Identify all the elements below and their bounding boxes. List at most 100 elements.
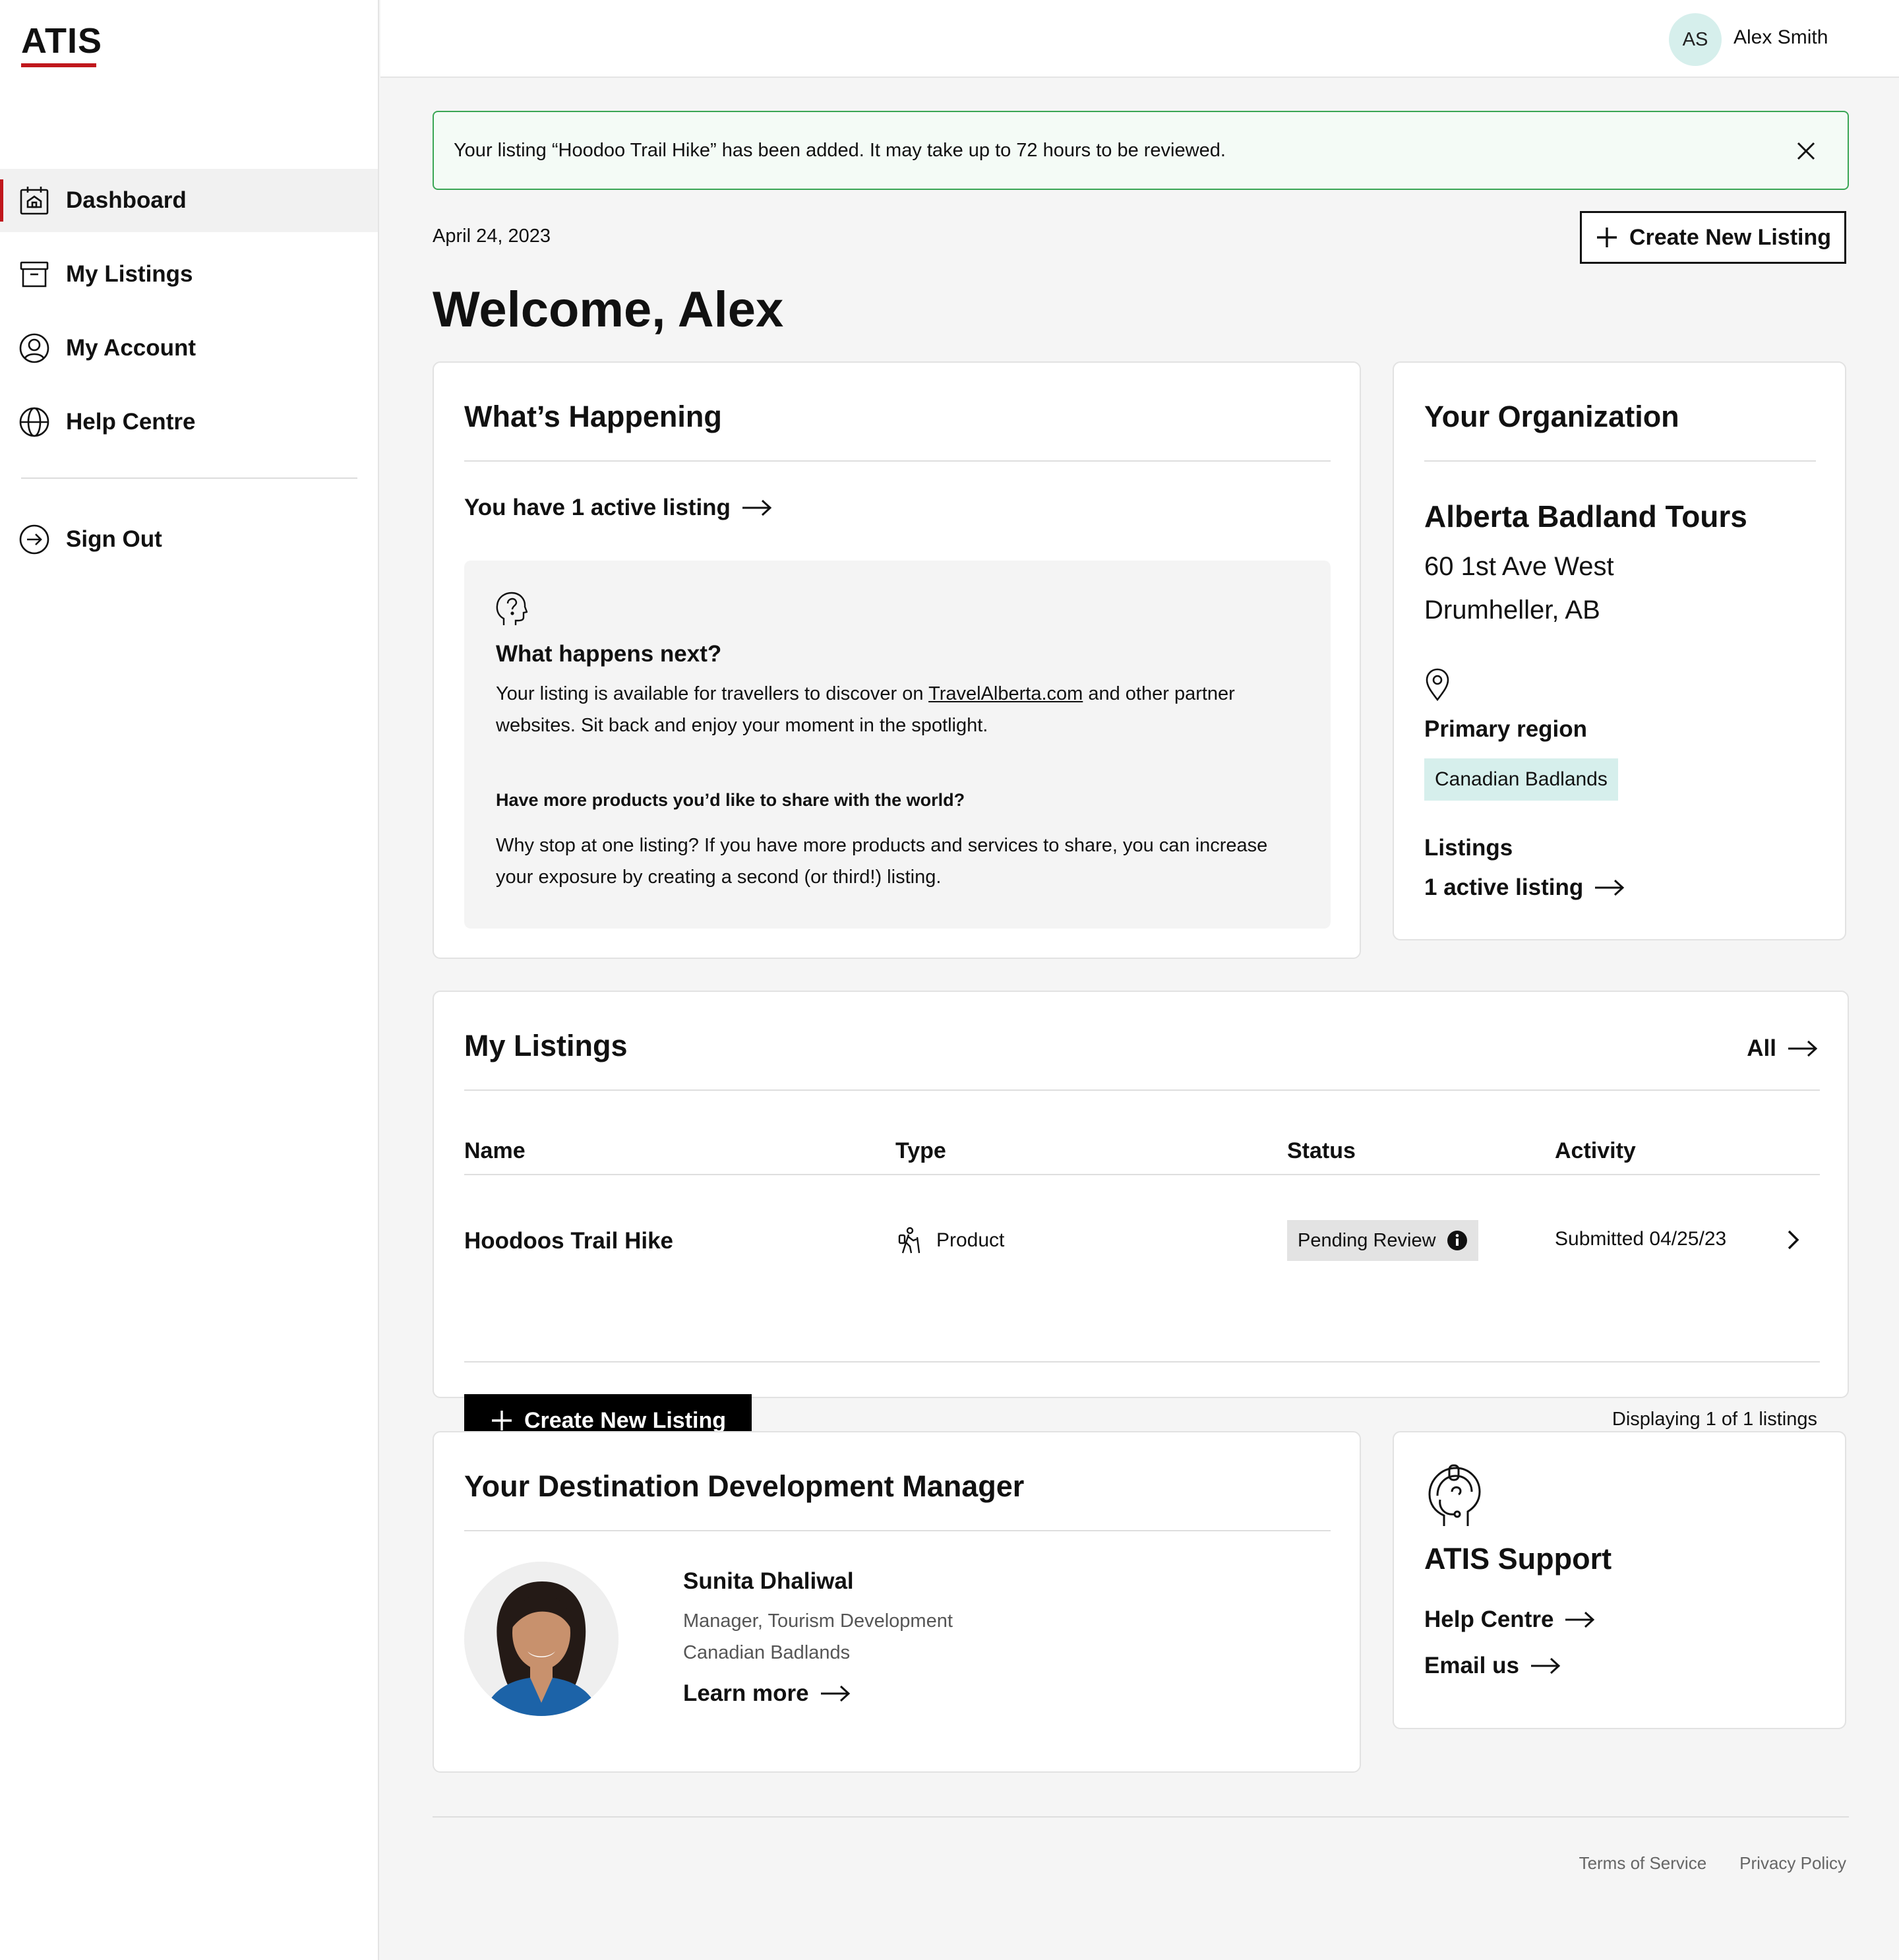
top-bar: AS Alex Smith	[380, 0, 1899, 78]
status-badge: Pending Review	[1287, 1220, 1478, 1261]
close-icon[interactable]	[1795, 140, 1817, 162]
sidebar-item-my-listings[interactable]: My Listings	[0, 243, 378, 306]
address-line-1: 60 1st Ave West	[1424, 552, 1614, 581]
manager-role: Manager, Tourism Development Canadian Ba…	[683, 1605, 953, 1669]
arrow-right-icon	[1565, 1611, 1595, 1628]
more-products-title: Have more products you’d like to share w…	[496, 790, 965, 810]
manager-region: Canadian Badlands	[683, 1642, 851, 1663]
card-title: My Listings	[464, 1029, 628, 1062]
development-manager-card: Your Destination Development Manager Sun…	[433, 1431, 1361, 1773]
organization-address: 60 1st Ave West Drumheller, AB	[1424, 545, 1614, 632]
more-products-text: Why stop at one listing? If you have mor…	[496, 835, 1268, 888]
address-line-2: Drumheller, AB	[1424, 596, 1600, 625]
listing-name[interactable]: Hoodoos Trail Hike	[464, 1228, 673, 1254]
sidebar-divider	[21, 477, 357, 479]
learn-more-link[interactable]: Learn more	[683, 1680, 851, 1707]
learn-more-label: Learn more	[683, 1680, 809, 1706]
hiker-icon	[898, 1227, 920, 1254]
all-listings-link[interactable]: All	[1747, 1035, 1819, 1062]
listing-type: Product	[895, 1227, 1004, 1254]
sidebar-item-label: Dashboard	[66, 187, 187, 213]
sign-out-icon	[19, 524, 49, 555]
arrow-right-icon	[820, 1685, 850, 1702]
what-happens-next-text: Your listing is available for travellers…	[496, 678, 1307, 741]
sidebar-item-label: Help Centre	[66, 409, 196, 435]
my-listings-card: My Listings All Name Type Status Activit…	[433, 991, 1849, 1447]
help-centre-label: Help Centre	[1424, 1607, 1554, 1632]
user-name[interactable]: Alex Smith	[1733, 26, 1828, 49]
divider	[464, 1361, 1820, 1363]
sidebar-item-dashboard[interactable]: Dashboard	[0, 169, 378, 232]
what-happens-next-title: What happens next?	[496, 641, 722, 667]
avatar[interactable]: AS	[1669, 13, 1722, 66]
organization-card: Your Organization Alberta Badland Tours …	[1393, 361, 1846, 940]
active-listings-link[interactable]: 1 active listing	[1424, 874, 1625, 901]
privacy-policy-link[interactable]: Privacy Policy	[1739, 1853, 1846, 1874]
active-listing-label: You have 1 active listing	[464, 495, 731, 520]
current-date: April 24, 2023	[433, 226, 551, 247]
divider	[464, 1089, 1820, 1091]
success-alert: Your listing “Hoodoo Trail Hike” has bee…	[433, 111, 1849, 190]
column-header-name: Name	[464, 1138, 526, 1163]
footer-divider	[433, 1816, 1849, 1818]
plus-icon	[491, 1411, 512, 1430]
headset-support-icon	[1428, 1464, 1481, 1526]
sign-out-button[interactable]: Sign Out	[0, 508, 378, 571]
support-card: ATIS Support Help Centre Email us	[1393, 1431, 1846, 1729]
sidebar: ATIS Dashboard My Listings My Account He…	[0, 0, 379, 1960]
help-centre-link[interactable]: Help Centre	[1424, 1607, 1596, 1633]
info-icon[interactable]	[1447, 1230, 1468, 1251]
all-label: All	[1747, 1035, 1776, 1061]
card-title: Your Destination Development Manager	[464, 1469, 1025, 1503]
listing-type-label: Product	[936, 1229, 1005, 1251]
create-listing-label: Create New Listing	[1629, 224, 1832, 250]
sidebar-nav: Dashboard My Listings My Account Help Ce…	[0, 169, 378, 464]
pagination-summary: Displaying 1 of 1 listings	[1612, 1409, 1817, 1430]
region-tag: Canadian Badlands	[1424, 758, 1618, 801]
listing-activity: Submitted 04/25/23	[1555, 1228, 1727, 1250]
create-listing-label: Create New Listing	[524, 1407, 727, 1433]
chevron-right-icon[interactable]	[1783, 1228, 1803, 1252]
terms-of-service-link[interactable]: Terms of Service	[1579, 1853, 1707, 1874]
plus-icon	[1596, 228, 1617, 247]
what-happens-next-panel: What happens next? Your listing is avail…	[464, 561, 1331, 929]
sidebar-item-help-centre[interactable]: Help Centre	[0, 390, 378, 454]
card-title: What’s Happening	[464, 400, 722, 433]
column-header-status: Status	[1287, 1138, 1356, 1163]
logo-underline	[21, 63, 96, 67]
divider	[464, 460, 1331, 462]
card-title: Your Organization	[1424, 400, 1679, 433]
sign-out-label: Sign Out	[66, 526, 162, 552]
email-us-label: Email us	[1424, 1653, 1519, 1678]
primary-region-label: Primary region	[1424, 716, 1588, 742]
card-title: ATIS Support	[1424, 1542, 1612, 1576]
listings-label: Listings	[1424, 835, 1513, 861]
archive-box-icon	[20, 261, 49, 288]
map-pin-icon	[1426, 668, 1449, 702]
atis-logo[interactable]: ATIS	[21, 21, 102, 61]
sidebar-item-label: My Listings	[66, 261, 193, 287]
manager-title: Manager, Tourism Development	[683, 1610, 953, 1632]
active-listings-label: 1 active listing	[1424, 874, 1584, 900]
page-title: Welcome, Alex	[433, 282, 784, 338]
sidebar-item-my-account[interactable]: My Account	[0, 317, 378, 380]
text-segment: Your listing is available for travellers…	[496, 683, 929, 704]
sidebar-item-label: My Account	[66, 335, 196, 361]
travel-alberta-link[interactable]: TravelAlberta.com	[928, 683, 1083, 704]
divider	[1424, 460, 1816, 462]
create-new-listing-button[interactable]: Create New Listing	[1580, 211, 1846, 264]
arrow-right-icon	[1788, 1040, 1818, 1057]
whats-happening-card: What’s Happening You have 1 active listi…	[433, 361, 1361, 959]
active-listing-link[interactable]: You have 1 active listing	[464, 495, 773, 521]
home-calendar-icon	[20, 187, 49, 215]
email-us-link[interactable]: Email us	[1424, 1653, 1561, 1679]
alert-message: Your listing “Hoodoo Trail Hike” has bee…	[454, 139, 1226, 161]
arrow-right-icon	[1530, 1657, 1561, 1674]
manager-name: Sunita Dhaliwal	[683, 1568, 854, 1594]
arrow-right-icon	[1595, 879, 1625, 896]
divider	[464, 1530, 1331, 1531]
manager-photo	[464, 1562, 618, 1716]
question-head-icon	[496, 592, 528, 625]
divider	[464, 1174, 1820, 1175]
column-header-type: Type	[895, 1138, 946, 1163]
